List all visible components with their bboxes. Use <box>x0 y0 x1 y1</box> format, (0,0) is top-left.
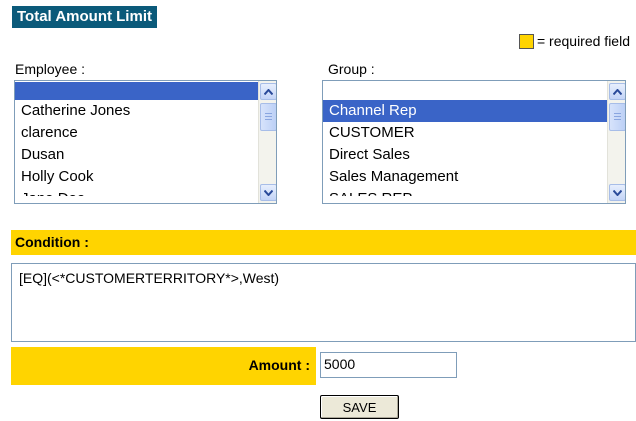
group-option[interactable]: Sales Management <box>323 166 607 188</box>
scroll-up-arrow-icon[interactable] <box>260 83 276 100</box>
required-legend-text: = required field <box>536 33 630 49</box>
employee-option[interactable]: Jane Doe <box>15 188 258 196</box>
group-option[interactable] <box>323 82 607 100</box>
scroll-up-arrow-icon[interactable] <box>609 83 625 100</box>
group-scroll-thumb[interactable] <box>609 103 625 131</box>
save-button[interactable]: SAVE <box>320 395 399 419</box>
required-color-swatch <box>518 33 534 49</box>
required-legend: = required field <box>518 32 630 50</box>
employee-option[interactable]: clarence <box>15 122 258 144</box>
group-option[interactable]: Channel Rep <box>323 100 607 122</box>
employee-label: Employee : <box>15 61 86 77</box>
employee-listbox[interactable]: Catherine Jones clarence Dusan Holly Coo… <box>14 80 277 204</box>
employee-option[interactable] <box>15 82 258 100</box>
employee-option[interactable]: Dusan <box>15 144 258 166</box>
condition-textarea[interactable]: [EQ](<*CUSTOMERTERRITORY*>,West) <box>11 263 636 342</box>
group-option[interactable]: CUSTOMER <box>323 122 607 144</box>
employee-option[interactable]: Holly Cook <box>15 166 258 188</box>
group-listbox[interactable]: Channel Rep CUSTOMER Direct Sales Sales … <box>322 80 626 204</box>
group-label: Group : <box>328 61 375 77</box>
employee-scrollbar[interactable] <box>258 81 276 203</box>
group-option[interactable]: Direct Sales <box>323 144 607 166</box>
group-scrollbar[interactable] <box>607 81 625 203</box>
employee-option[interactable]: Catherine Jones <box>15 100 258 122</box>
amount-input[interactable]: 5000 <box>320 352 457 378</box>
amount-label: Amount : <box>11 347 316 385</box>
group-option[interactable]: SALES REP <box>323 188 607 196</box>
scroll-down-arrow-icon[interactable] <box>609 184 625 201</box>
employee-scroll-thumb[interactable] <box>260 103 276 131</box>
page-title: Total Amount Limit <box>12 6 157 28</box>
condition-label: Condition : <box>11 230 636 255</box>
scroll-down-arrow-icon[interactable] <box>260 184 276 201</box>
